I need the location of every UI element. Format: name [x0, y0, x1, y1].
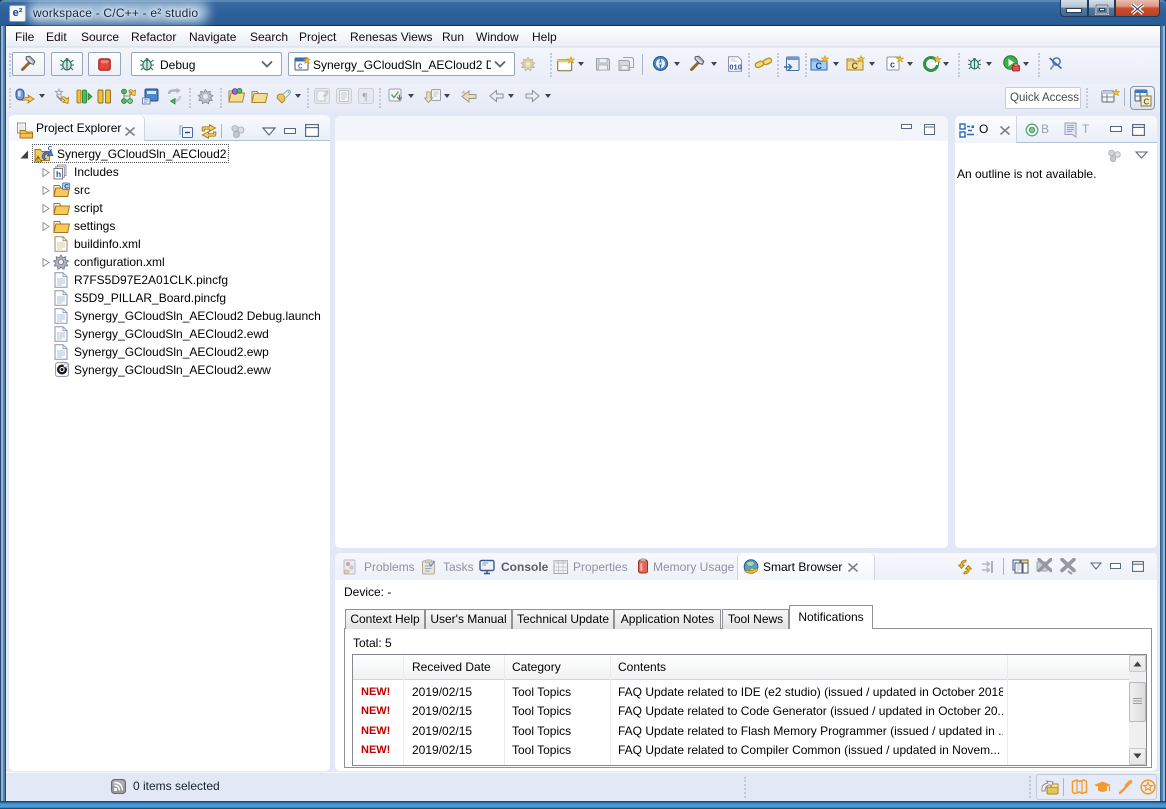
svg-text:C: C — [64, 184, 69, 191]
svg-text:¶: ¶ — [363, 91, 368, 103]
svg-text:c: c — [298, 61, 303, 71]
svg-text:h: h — [56, 169, 61, 179]
svg-text:C: C — [1144, 98, 1150, 107]
svg-text:c: c — [890, 60, 895, 70]
svg-text:C: C — [816, 61, 823, 71]
svg-text:010: 010 — [729, 62, 742, 71]
svg-text:C: C — [852, 61, 859, 71]
